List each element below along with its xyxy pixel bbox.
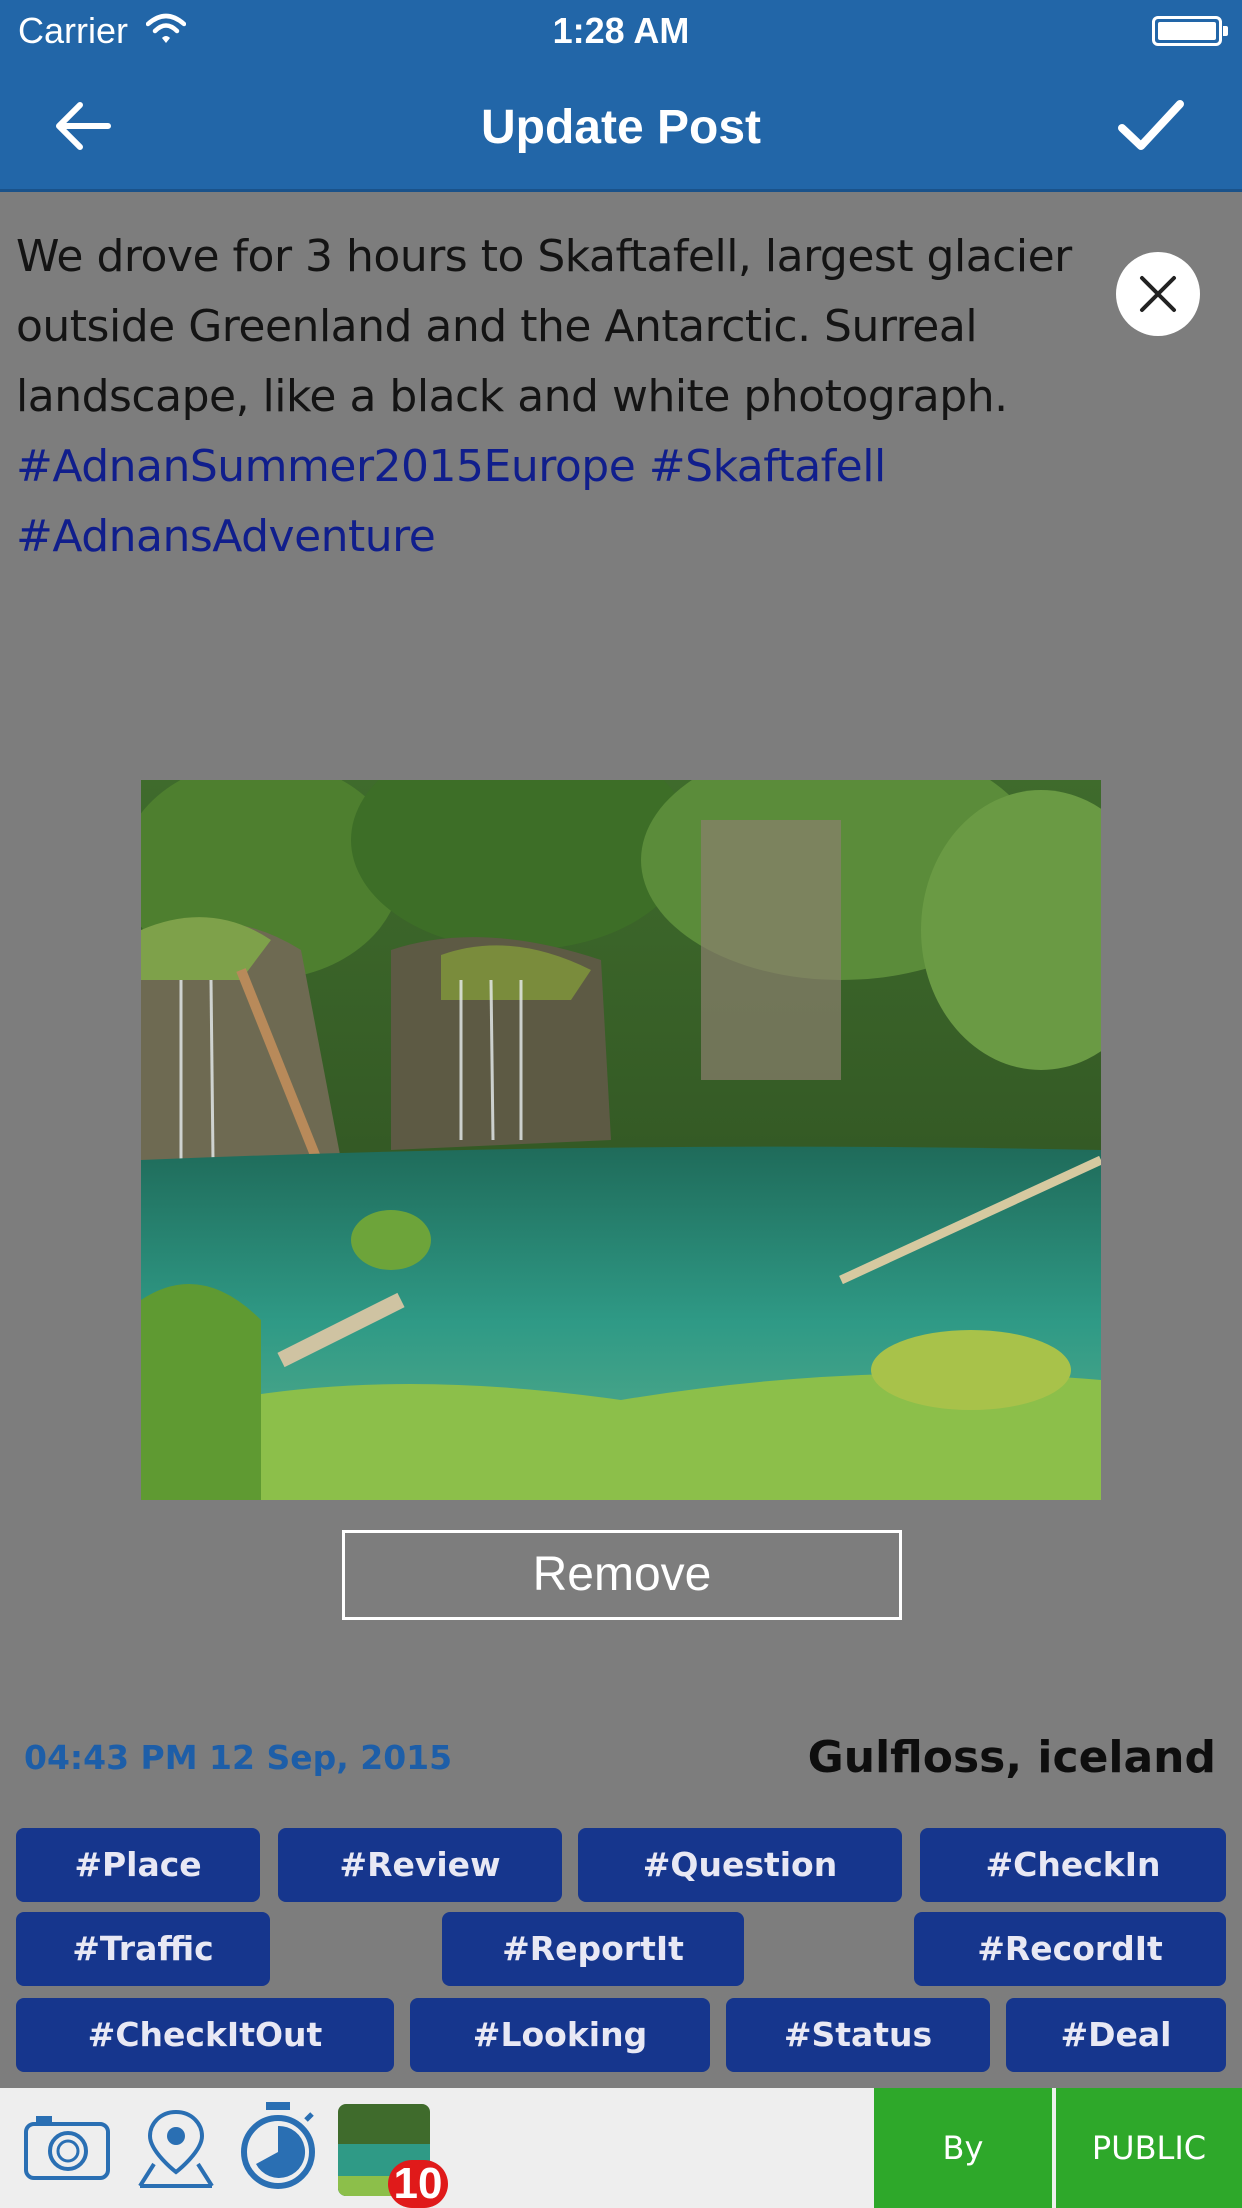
nav-bar: Update Post [0,62,1242,192]
tag-button-checkitout[interactable]: #CheckItOut [16,1998,394,2072]
tag-button-place[interactable]: #Place [16,1828,260,1902]
bottom-toolbar: 10 By Rushabh PUBLIC [0,2088,1242,2208]
hashtag: #Skaftafell [648,441,886,492]
photo-count-badge: 10 [388,2160,448,2208]
attached-photo [141,780,1101,1500]
checkmark-icon[interactable] [1116,96,1186,156]
tag-button-review[interactable]: #Review [278,1828,562,1902]
status-bar: Carrier 1:28 AM [0,0,1242,62]
author-button[interactable]: By Rushabh [874,2088,1054,2208]
page-title: Update Post [480,101,762,154]
battery-icon [1152,16,1228,46]
close-icon [1140,276,1176,312]
tag-button-deal[interactable]: #Deal [1006,1998,1226,2072]
post-location[interactable]: Gulfloss, iceland [808,1732,1216,1783]
tag-button-traffic[interactable]: #Traffic [16,1912,270,1986]
tag-button-status[interactable]: #Status [726,1998,990,2072]
clock: 1:28 AM [552,10,690,51]
hashtag: #AdnansAdventure [16,511,436,562]
clear-text-button[interactable] [1116,252,1200,336]
camera-icon[interactable] [22,2106,112,2186]
tag-button-recordit[interactable]: #RecordIt [914,1912,1226,1986]
location-pin-icon[interactable] [136,2106,216,2190]
post-datetime: 04:43 PM 12 Sep, 2015 [24,1738,453,1777]
tag-button-checkin[interactable]: #CheckIn [920,1828,1226,1902]
post-text-input[interactable]: We drove for 3 hours to Skaftafell, larg… [16,222,1116,572]
timer-icon[interactable] [236,2100,320,2192]
tag-button-looking[interactable]: #Looking [410,1998,710,2072]
tag-button-reportit[interactable]: #ReportIt [442,1912,744,1986]
remove-photo-button[interactable]: Remove [342,1530,902,1620]
hashtag: #AdnanSummer2015Europe [16,441,636,492]
post-body-text: We drove for 3 hours to Skaftafell, larg… [16,231,1072,422]
tag-button-question[interactable]: #Question [578,1828,902,1902]
visibility-button[interactable]: PUBLIC [1056,2088,1242,2208]
